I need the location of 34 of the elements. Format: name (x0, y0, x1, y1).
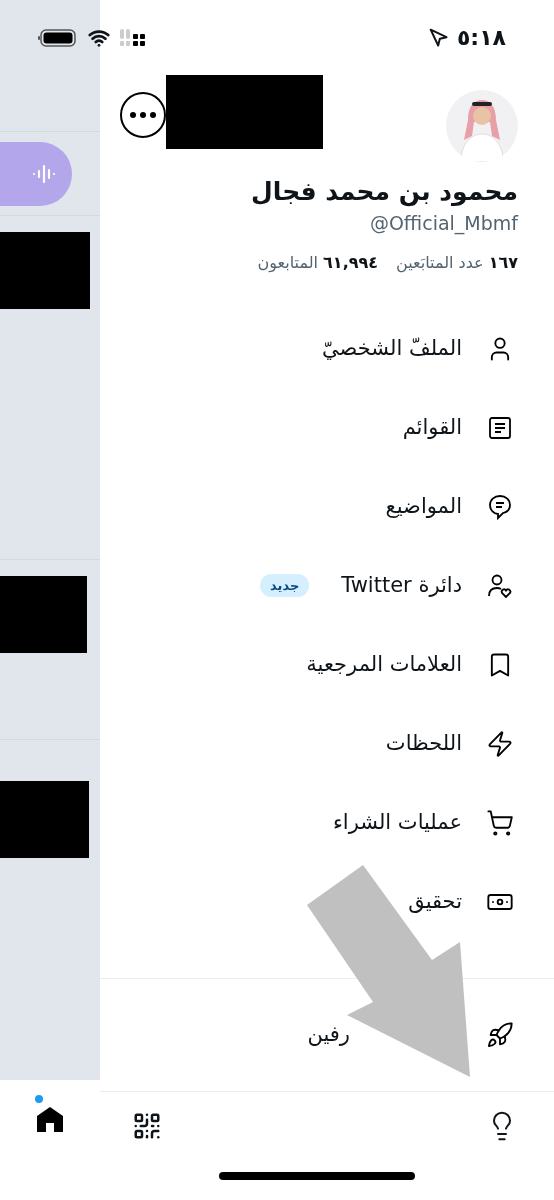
menu-label: عمليات الشراء (332, 808, 462, 836)
location-arrow-icon (428, 27, 449, 48)
menu-label: العلامات المرجعية (306, 650, 462, 678)
menu-item[interactable]: الملفّ الشخصيّ (100, 309, 554, 388)
menu-item[interactable]: رفين (100, 979, 554, 1091)
menu-label: دائرة Twitter (341, 571, 462, 599)
profile-name: محمود بن محمد فجال (250, 176, 518, 209)
battery-icon (38, 27, 78, 48)
follow-stat[interactable]: ١٦٧ عدد المتابَعين (396, 251, 518, 275)
menu-item[interactable]: عمليات الشراء (100, 783, 554, 862)
rocket-icon (486, 1021, 514, 1049)
menu-item[interactable]: اللحظات (100, 704, 554, 783)
profile-handle: @Official_Mbmf (369, 211, 518, 237)
qr-code-icon[interactable] (132, 1111, 162, 1141)
home-icon[interactable] (36, 1106, 64, 1132)
menu-label: المواضيع (385, 492, 462, 520)
menu-label: رفين (307, 1021, 350, 1049)
cart-icon (486, 808, 514, 837)
lightning-icon (486, 729, 514, 758)
speech-bubble-icon (486, 492, 514, 521)
ellipsis-icon (130, 112, 156, 118)
new-badge: جديد (260, 573, 310, 598)
menu-label: القوائم (402, 413, 462, 441)
menu-label: الملفّ الشخصيّ (322, 334, 462, 362)
menu-label: تحقيق (408, 887, 462, 915)
menu-item[interactable]: تحقيق (100, 862, 554, 941)
audio-wave-icon (32, 163, 58, 184)
menu-item[interactable]: المواضيع (100, 467, 554, 546)
menu-label: اللحظات (385, 729, 462, 757)
follow-stat[interactable]: ٦١,٩٩٤ المتابعون (257, 251, 378, 275)
menu-item[interactable]: دائرة Twitter جديد (100, 546, 554, 625)
menu-item[interactable]: القوائم (100, 388, 554, 467)
menu-item[interactable]: العلامات المرجعية (100, 625, 554, 704)
status-time: ٥:١٨ (456, 24, 506, 52)
